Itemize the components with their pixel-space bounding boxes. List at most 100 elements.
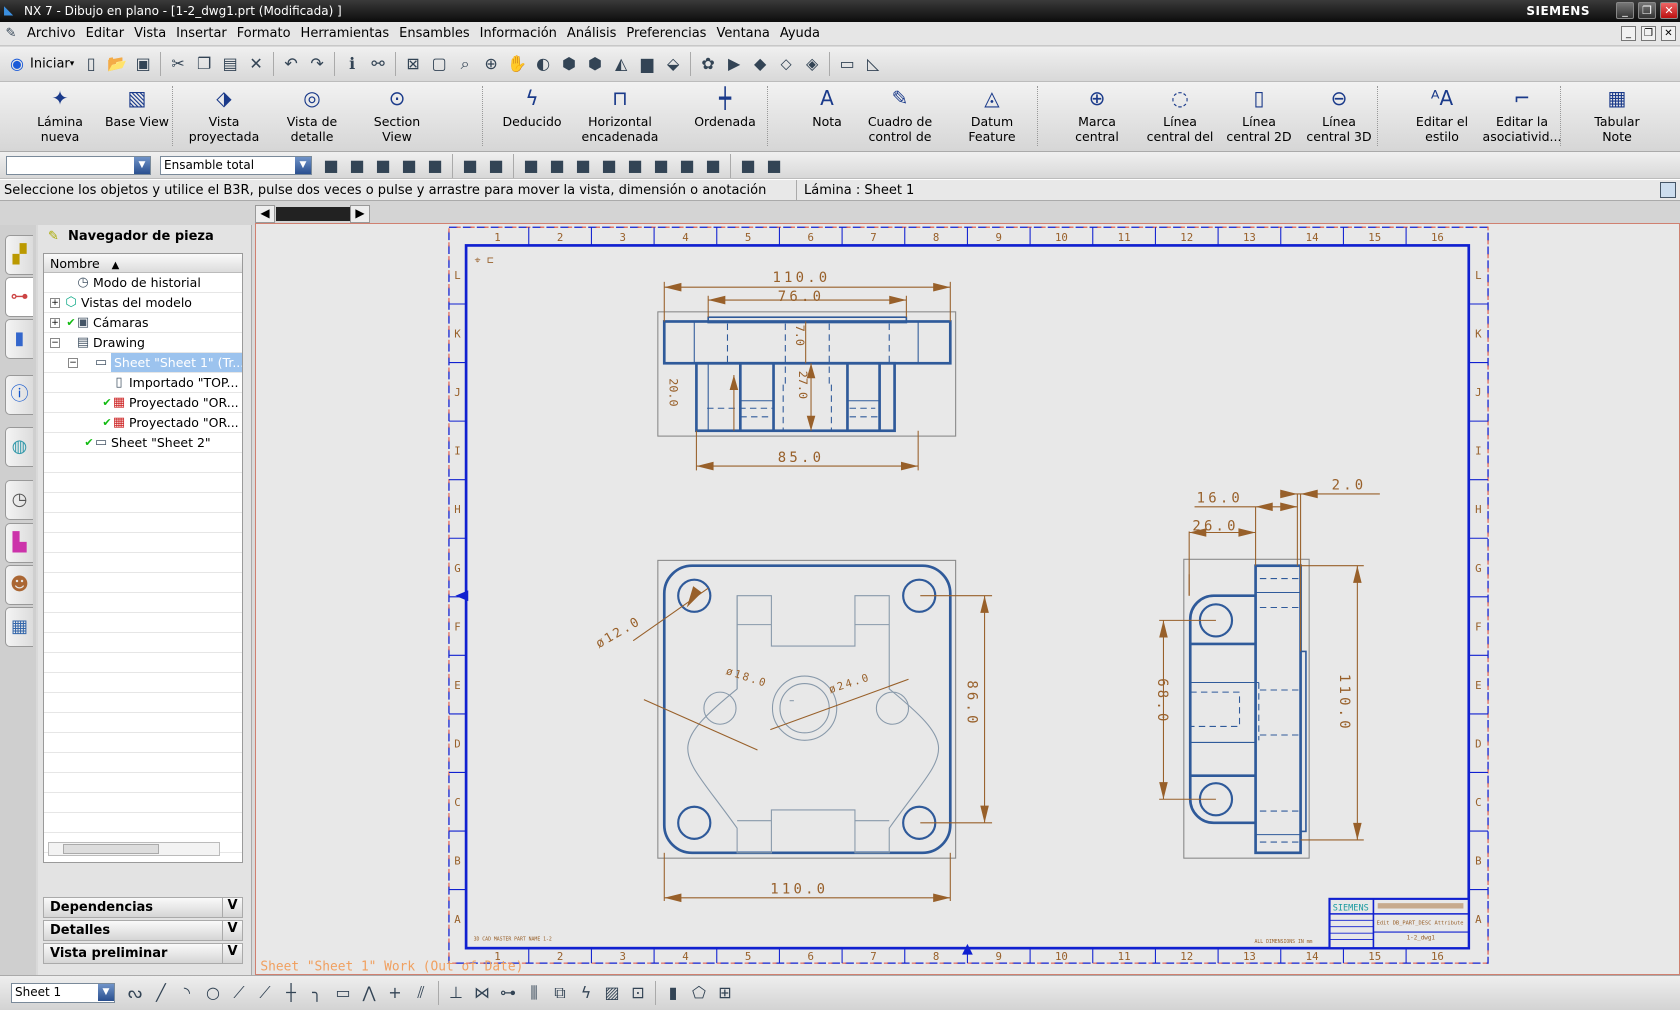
intersection-icon[interactable]: ■ (598, 155, 620, 177)
bolt-circle-centerline-button[interactable]: ◌ Línea central del (1138, 86, 1222, 144)
lasso-icon[interactable]: ■ (459, 155, 481, 177)
assembly-navigator-tab[interactable]: ▞ (5, 235, 33, 275)
menu-ventana[interactable]: Ventana (711, 22, 774, 41)
centerline-2d-button[interactable]: ▯ Línea central 2D (1217, 86, 1301, 144)
binoculars-icon[interactable]: ⚯ (367, 53, 389, 75)
existing-point-icon[interactable]: ■ (676, 155, 698, 177)
panel-vista-preliminar[interactable]: Vista preliminar V (43, 943, 243, 964)
delete-icon[interactable]: ✕ (245, 53, 267, 75)
chain-dimension-button[interactable]: ⊓ Horizontal encadenada (578, 86, 662, 144)
menu-ayuda[interactable]: Ayuda (775, 22, 825, 41)
play-icon[interactable]: ▶ (723, 53, 745, 75)
doc-restore-button[interactable]: ❐ (1641, 26, 1656, 41)
filter-icon[interactable]: ■ (346, 155, 368, 177)
open-folder-icon[interactable]: 📂 (106, 53, 128, 75)
collapse-icon[interactable]: − (50, 338, 60, 348)
info-tab[interactable]: ⓘ (5, 375, 33, 415)
scroll-left-button[interactable]: ◀ (255, 205, 275, 223)
point-on-face-icon[interactable]: ■ (737, 155, 759, 177)
inferred-dimension-button[interactable]: ϟ Deducido (490, 86, 574, 129)
line-icon[interactable]: ╱ (150, 982, 172, 1004)
menu-insertar[interactable]: Insertar (171, 22, 232, 41)
wireframe-icon[interactable]: ⬢ (558, 53, 580, 75)
offset-icon[interactable]: ⫽ (410, 982, 432, 1004)
cut-icon[interactable]: ✂ (167, 53, 189, 75)
pattern-layout-icon[interactable]: ⊞ (714, 982, 736, 1004)
tabular-note-button[interactable]: ▦ Tabular Note (1575, 86, 1659, 144)
polyline-icon[interactable]: ⋀ (358, 982, 380, 1004)
arc-center-icon[interactable]: ■ (624, 155, 646, 177)
tab-scroll-thumb[interactable] (276, 207, 350, 221)
tree-item[interactable]: ✔ ▭ Sheet "Sheet 2" (44, 433, 242, 453)
tree-item[interactable]: ✔ ▦ Proyectado "OR... (44, 413, 242, 433)
full-screen-icon[interactable] (1660, 182, 1676, 198)
drawing-canvas[interactable]: 1 1 2 2 3 3 4 4 5 5 6 6 7 7 8 8 9 9 10 10 11 11 12 12 13 13 14 14 15… (255, 223, 1680, 975)
panel-detalles[interactable]: Detalles V (43, 920, 243, 941)
chevron-down-icon[interactable]: V (222, 944, 242, 963)
fillet-icon[interactable]: ╮ (306, 982, 328, 1004)
scroll-right-button[interactable]: ▶ (350, 205, 370, 223)
menu-archivo[interactable]: Archivo (22, 22, 81, 41)
split-icon[interactable]: ┼ (280, 982, 302, 1004)
save-icon[interactable]: ▣ (132, 53, 154, 75)
view-triad-icon[interactable]: ⬙ (662, 53, 684, 75)
rectangle-icon[interactable]: ▭ (332, 982, 354, 1004)
class-selection-icon[interactable]: ■ (320, 155, 342, 177)
pan-icon[interactable]: ✋ (506, 53, 528, 75)
doc-minimize-button[interactable]: _ (1621, 26, 1636, 41)
assembly-scope-select[interactable]: Ensamble total ▼ (160, 156, 312, 175)
fit-icon[interactable]: ⊠ (402, 53, 424, 75)
copy-icon[interactable]: ❐ (193, 53, 215, 75)
shaded-icon[interactable]: ◐ (532, 53, 554, 75)
rectangle-select-icon[interactable]: ■ (485, 155, 507, 177)
collapse-icon[interactable]: − (68, 358, 78, 368)
tree-item[interactable]: − ▤ Drawing (44, 333, 242, 353)
background-icon[interactable]: ▆ (636, 53, 658, 75)
move-icon[interactable]: ◆ (749, 53, 771, 75)
select-icon[interactable]: ⬦ (775, 53, 797, 75)
reuse-library-tab[interactable]: ▮ (5, 319, 33, 359)
chevron-down-icon[interactable]: V (222, 921, 242, 940)
part-navigator-tab[interactable]: ⊶ (5, 277, 33, 317)
tree-horizontal-scrollbar[interactable] (48, 842, 220, 856)
measure-distance-icon[interactable]: ▭ (836, 53, 858, 75)
restore-button[interactable]: ❐ (1638, 2, 1656, 19)
shaded-edges-icon[interactable]: ◭ (610, 53, 632, 75)
hidden-icon[interactable]: ⬢ (584, 53, 606, 75)
zoom-box-icon[interactable]: ⌕ (454, 53, 476, 75)
extend-icon[interactable]: ⟋ (254, 982, 276, 1004)
tree-item[interactable]: − ▭ Sheet "Sheet 1" (Tr... (44, 353, 242, 373)
panel-dependencias[interactable]: Dependencias V (43, 897, 243, 918)
chevron-down-icon[interactable]: V (222, 898, 242, 917)
edit-style-button[interactable]: ᴬA Editar el estilo (1400, 86, 1484, 144)
paste-icon[interactable]: ▤ (219, 53, 241, 75)
point-icon[interactable]: + (384, 982, 406, 1004)
menu-editar[interactable]: Editar (81, 22, 130, 41)
info-icon[interactable]: ℹ (341, 53, 363, 75)
zoom-window-icon[interactable]: ▢ (428, 53, 450, 75)
projected-view-button[interactable]: ⬗ Vista proyectada (182, 86, 266, 144)
hatch-icon[interactable]: ▨ (601, 982, 623, 1004)
bounding-box-icon[interactable]: ■ (763, 155, 785, 177)
expand-icon[interactable]: + (50, 318, 60, 328)
end-point-icon[interactable]: ■ (520, 155, 542, 177)
quadrant-icon[interactable]: ■ (650, 155, 672, 177)
redo-icon[interactable]: ↷ (306, 53, 328, 75)
new-file-icon[interactable]: ▯ (80, 53, 102, 75)
new-sheet-button[interactable]: ✦ Lámina nueva (18, 86, 102, 144)
pattern-icon[interactable]: ⧉ (549, 982, 571, 1004)
menu-ensambles[interactable]: Ensambles (394, 22, 475, 41)
point-on-curve-icon[interactable]: ■ (702, 155, 724, 177)
tree-item[interactable]: ▯ Importado "TOP... (44, 373, 242, 393)
note-button[interactable]: A Nota (785, 86, 869, 129)
palette-tab[interactable]: ▙ (5, 523, 33, 563)
section-view-button[interactable]: ⊙ Section View (355, 86, 439, 144)
add-cylinder-icon[interactable]: ▮ (662, 982, 684, 1004)
feature-control-frame-button[interactable]: ✎ Cuadro de control de (858, 86, 942, 144)
sheet-select[interactable]: Sheet 1 ▼ (11, 983, 115, 1003)
expand-icon[interactable]: + (50, 298, 60, 308)
measure-angle-icon[interactable]: ◺ (862, 53, 884, 75)
deselect-icon[interactable]: ■ (424, 155, 446, 177)
doc-close-button[interactable]: ✕ (1661, 26, 1676, 41)
centerline-3d-button[interactable]: ⊖ Línea central 3D (1297, 86, 1381, 144)
